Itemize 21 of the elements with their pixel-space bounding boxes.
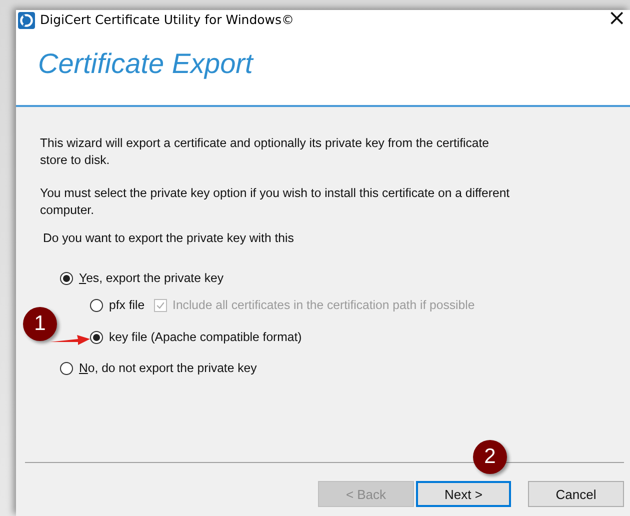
radio-button[interactable] [90, 330, 103, 344]
option-label[interactable]: key file (Apache compatible format) [109, 330, 302, 344]
option-label[interactable]: No, do not export the private key [79, 361, 257, 375]
wizard-button[interactable]: Next > [416, 481, 511, 507]
radio-button[interactable] [90, 298, 103, 312]
question-label: Do you want to export the private key with this [43, 231, 295, 245]
wizard-button[interactable]: Cancel [528, 481, 624, 507]
window-title: DigiCert Certificate Utility for Windows© [40, 12, 294, 26]
checkbox-label: Include all certificates in the certification path if possible [172, 298, 475, 312]
radio-button[interactable] [60, 362, 73, 374]
step-badge: 1 [23, 307, 57, 341]
option-label[interactable]: pfx file [109, 298, 145, 312]
radio-button[interactable] [60, 272, 73, 284]
paragraph: This wizard will export a certificate and optionally its private key from the certificate store to disk. [40, 135, 490, 169]
option-label[interactable]: Yes, export the private key [79, 271, 224, 285]
close-button[interactable]: × [604, 9, 630, 29]
paragraph: You must select the private key option if you wish to install this certificate on a different computer. [40, 185, 510, 219]
wizard-button: < Back [318, 481, 414, 507]
step-badge: 2 [473, 440, 507, 474]
arrow-icon [50, 334, 90, 346]
page-heading: Certificate Export [38, 48, 253, 80]
